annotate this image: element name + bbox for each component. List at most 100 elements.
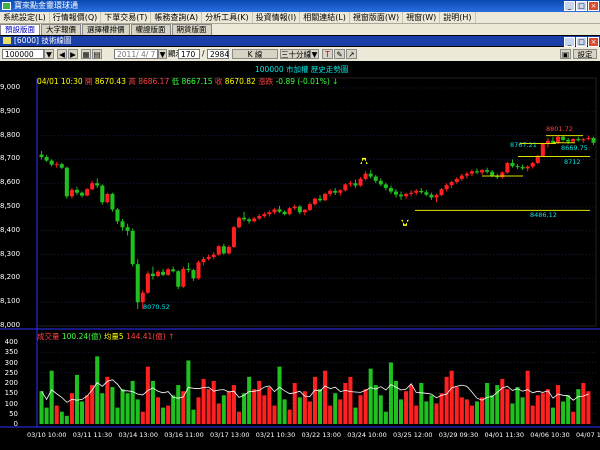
price-tick-label: 8,000 — [0, 321, 21, 329]
tab-big-quote[interactable]: 大字報價 — [41, 24, 81, 35]
volume-bar — [515, 387, 520, 424]
time-tick-label: 04/07 13:00 — [576, 431, 600, 439]
tab-futures[interactable]: 期貨版面 — [171, 24, 212, 35]
candle-body — [388, 187, 393, 192]
candle-body — [211, 254, 216, 257]
candle-body — [480, 170, 485, 173]
settings-button[interactable]: 設定 — [573, 49, 597, 59]
info-change-label: 漲跌 — [258, 77, 274, 86]
candle-body — [39, 154, 44, 158]
menu-layout[interactable]: 視窗版面(W) — [350, 12, 404, 23]
candle-body — [404, 193, 409, 197]
price-tick-label: 8,600 — [0, 178, 21, 187]
tab-options[interactable]: 選擇權排價 — [82, 24, 130, 35]
tool-icon[interactable]: ▣ — [560, 49, 571, 59]
candle-body — [525, 166, 530, 169]
menu-account[interactable]: 帳務查詢(A) — [151, 12, 203, 23]
info-open: 8670.43 — [94, 77, 126, 86]
price-tick-label: 8,500 — [0, 202, 21, 210]
volume-bar — [338, 399, 343, 424]
time-tick-label: 03/25 12:00 — [393, 431, 433, 439]
volume-tick-label: 200 — [4, 379, 18, 387]
volume-bar — [272, 405, 277, 424]
menu-invest-info[interactable]: 投資情報(I) — [253, 12, 301, 23]
pen-icon[interactable]: ✎ — [334, 49, 345, 59]
ohlc-info: 04/01 10:30 開 8670.43 高 8686.17 低 8667.1… — [37, 76, 338, 87]
candle-body — [161, 271, 166, 275]
volume-bar — [561, 401, 566, 424]
menu-links[interactable]: 相關連結(L) — [300, 12, 350, 23]
candle-body — [515, 166, 520, 168]
annotation-8486: 8486.12 — [530, 211, 557, 220]
info-low: 8667.15 — [181, 77, 213, 86]
volume-bar — [439, 393, 444, 424]
price-volume-chart[interactable] — [0, 61, 600, 450]
menu-quotes[interactable]: 行情報價(Q) — [50, 12, 102, 23]
maximize-icon[interactable]: □ — [576, 1, 587, 11]
candle-body — [414, 190, 419, 193]
candle-body — [449, 182, 454, 186]
panel-close-icon[interactable]: × — [588, 37, 599, 47]
marker-up-icon — [401, 219, 409, 226]
volume-bar — [49, 370, 54, 424]
time-tick-label: 03/22 13:00 — [301, 431, 342, 439]
panel-maximize-icon[interactable]: □ — [576, 37, 587, 47]
volume-bar — [464, 399, 469, 424]
volume-bar — [80, 401, 85, 424]
kline-button[interactable]: K 線 — [232, 49, 278, 59]
volume-bar — [74, 374, 80, 424]
symbol-input[interactable]: 100000 — [2, 49, 44, 59]
candle-body — [323, 193, 328, 201]
volume-bar — [211, 380, 216, 424]
candle-body — [434, 195, 439, 198]
candle-body — [454, 178, 459, 183]
draw-tool-icon[interactable]: ↗ — [346, 49, 357, 59]
menu-trading[interactable]: 下單交易(T) — [101, 12, 152, 23]
candle-body — [100, 185, 105, 203]
tab-default-layout[interactable]: 預設版面 — [0, 24, 40, 35]
volume-bar — [247, 376, 252, 424]
window-titlebar[interactable]: 寶來點金靈環球通 _ □ × — [0, 0, 600, 12]
symbol-dropdown-icon[interactable]: ▼ — [44, 49, 54, 59]
chart-title: 100000 市加權 歷史走勢圖 — [255, 65, 349, 74]
volume-bar — [576, 389, 581, 424]
time-tick-label: 03/10 10:00 — [27, 431, 67, 439]
volume-up-arrow-icon: ↑ — [168, 332, 175, 341]
panel-minimize-icon[interactable]: _ — [564, 37, 575, 47]
volume-bar — [480, 397, 485, 424]
next-icon[interactable]: ▶ — [68, 49, 78, 59]
date-dropdown-icon[interactable]: ▼ — [158, 49, 167, 59]
volume-tick-label: 250 — [4, 368, 18, 377]
date-input[interactable]: 2011/ 4/ 7 — [114, 49, 158, 59]
candle-body — [576, 138, 581, 141]
chart-icon[interactable]: ▦ — [81, 49, 91, 59]
info-open-label: 開 — [85, 77, 93, 86]
volume-bar — [530, 405, 535, 424]
panel-title: [6000] 技術線圖 — [14, 36, 72, 45]
menu-analysis[interactable]: 分析工具(K) — [202, 12, 253, 23]
menu-help[interactable]: 說明(H) — [440, 12, 476, 23]
period-select[interactable]: 三十分線 — [280, 49, 311, 59]
candle-body — [125, 227, 130, 231]
time-tick-label: 03/17 13:00 — [210, 431, 250, 439]
volume-bar — [358, 395, 363, 424]
close-icon[interactable]: × — [588, 1, 599, 11]
candle-body — [469, 171, 474, 174]
panel-titlebar[interactable]: [6000] 技術線圖 _ □ × — [0, 36, 600, 47]
annotation-high: 8801.72 — [546, 125, 573, 134]
t-button[interactable]: T — [322, 49, 333, 59]
prev-icon[interactable]: ◀ — [57, 49, 67, 59]
menu-window[interactable]: 視窗(W) — [403, 12, 441, 23]
show-count-input[interactable]: 170 — [178, 49, 200, 59]
volume-tick-label: 150 — [4, 389, 18, 398]
calendar-icon[interactable]: ▤ — [92, 49, 102, 59]
volume-bar — [434, 403, 439, 424]
volume-bar — [550, 407, 555, 424]
volume-bar — [469, 405, 474, 424]
period-dropdown-icon[interactable]: ▼ — [310, 49, 319, 59]
menu-system-settings[interactable]: 系統設定(L) — [0, 12, 50, 23]
minimize-icon[interactable]: _ — [564, 1, 575, 11]
time-tick-label: 03/16 11:00 — [164, 431, 204, 439]
tab-warrants[interactable]: 權證版面 — [130, 24, 171, 35]
volume-bar — [353, 407, 358, 424]
